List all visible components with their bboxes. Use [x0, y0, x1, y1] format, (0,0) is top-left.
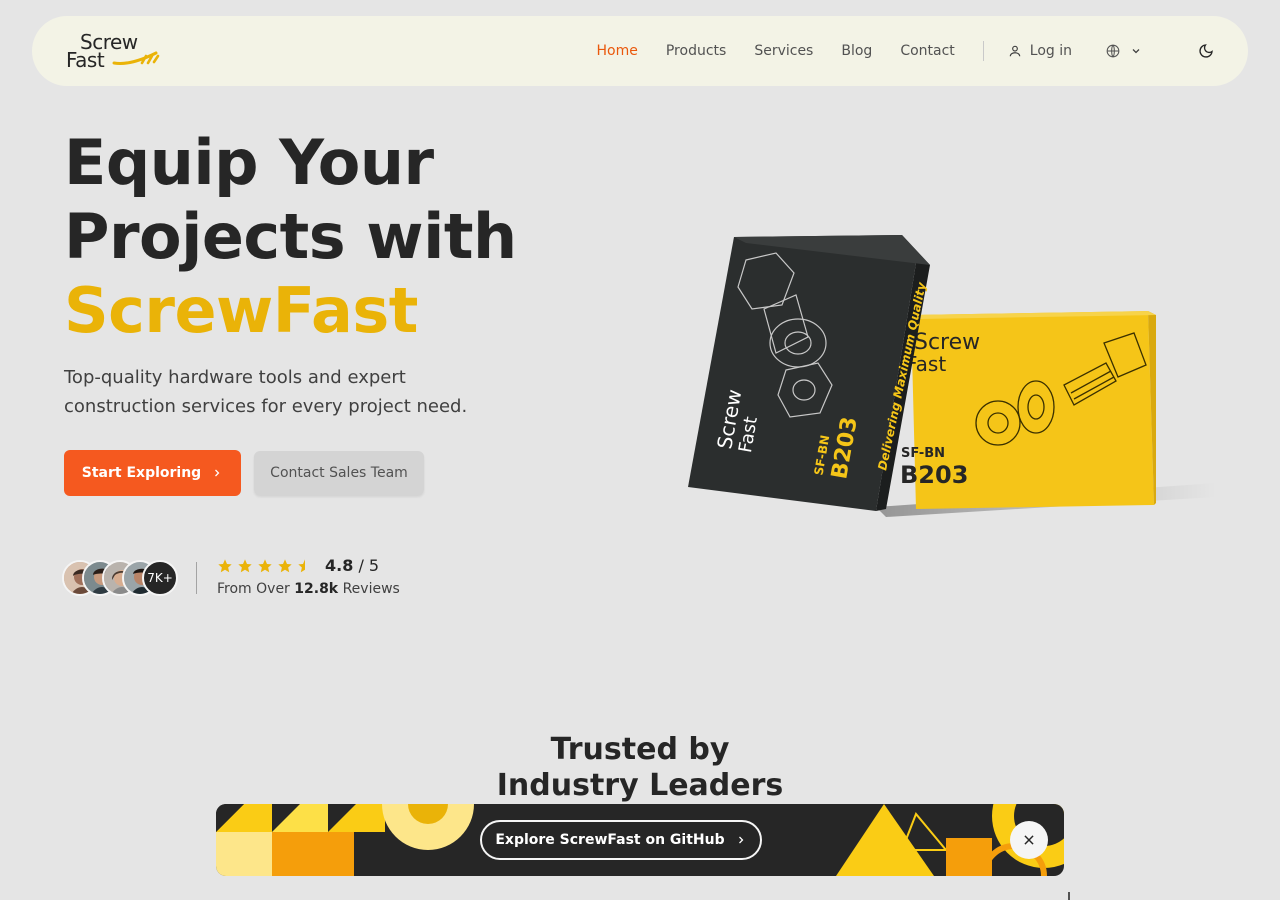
- nav-contact[interactable]: Contact: [900, 43, 954, 59]
- logo-stripes-icon: [112, 51, 160, 65]
- close-icon: [1024, 835, 1034, 845]
- hero-title-line2: Projects with: [64, 200, 517, 273]
- chevron-right-icon: [215, 469, 220, 477]
- review-count: 12.8k: [294, 581, 339, 597]
- login-button[interactable]: Log in: [1008, 43, 1072, 59]
- nav-products[interactable]: Products: [666, 43, 726, 59]
- rating-value: 4.8: [325, 556, 354, 575]
- hero-title-accent: ScrewFast: [64, 274, 418, 347]
- product-boxes-image: Screw Fast SF-BN B203 Screw Fast B203 SF…: [688, 235, 1216, 517]
- star-icon: [258, 558, 272, 572]
- nav-services[interactable]: Services: [754, 43, 813, 59]
- start-exploring-button[interactable]: Start Exploring: [64, 450, 241, 496]
- yellow-box-model: B203: [900, 461, 968, 489]
- contact-sales-button[interactable]: Contact Sales Team: [254, 451, 424, 495]
- rating-suffix: / 5: [358, 556, 380, 575]
- reviews-divider: [196, 562, 197, 594]
- user-icon: [1009, 45, 1021, 57]
- globe-icon: [1106, 44, 1120, 58]
- star-icon: [238, 558, 252, 572]
- nav-divider: [982, 41, 984, 61]
- star-half-icon: [298, 558, 305, 572]
- review-from-suffix: Reviews: [342, 581, 400, 597]
- banner-close-button[interactable]: [1010, 821, 1048, 859]
- hero-title: Equip Your Projects with ScrewFast: [64, 126, 517, 348]
- screwfast-logo[interactable]: Screw Fast: [66, 29, 162, 73]
- reviewer-avatars: 7K+: [62, 560, 182, 596]
- star-icon: [218, 558, 232, 572]
- review-from-prefix: From Over: [217, 581, 290, 597]
- yellow-box-code: SF-BN: [901, 446, 945, 461]
- review-count-text: From Over 12.8k Reviews: [217, 581, 400, 597]
- rating-text: 4.8 / 5: [325, 556, 379, 575]
- avatar-count-badge: 7K+: [142, 560, 178, 596]
- theme-toggle[interactable]: [1198, 43, 1214, 59]
- trusted-line2: Industry Leaders: [496, 768, 784, 803]
- main-nav: Home Products Services Blog Contact Log …: [569, 16, 1214, 86]
- chevron-down-icon: [1132, 49, 1140, 54]
- language-picker[interactable]: [1106, 44, 1152, 58]
- login-label: Log in: [1029, 43, 1072, 59]
- star-rating: 4.8 / 5: [217, 556, 379, 575]
- site-header: Screw Fast Home Products Services Blog C…: [32, 16, 1248, 86]
- star-icon: [278, 558, 292, 572]
- nav-blog[interactable]: Blog: [841, 43, 872, 59]
- hero-title-line1: Equip Your: [64, 126, 434, 199]
- divider: [1068, 892, 1070, 900]
- trusted-line1: Trusted by: [550, 732, 730, 767]
- trusted-heading: Trusted by Industry Leaders: [440, 732, 840, 804]
- contact-sales-label: Contact Sales Team: [270, 465, 408, 481]
- explore-github-button[interactable]: Explore ScrewFast on GitHub: [480, 820, 762, 860]
- start-exploring-label: Start Exploring: [81, 465, 202, 481]
- chevron-right-icon: [738, 836, 744, 844]
- hero-subtitle: Top-quality hardware tools and expert co…: [64, 367, 468, 417]
- github-banner: Explore ScrewFast on GitHub: [216, 804, 1064, 876]
- explore-github-label: Explore ScrewFast on GitHub: [495, 832, 725, 848]
- moon-icon: [1199, 44, 1213, 58]
- nav-home[interactable]: Home: [597, 43, 638, 59]
